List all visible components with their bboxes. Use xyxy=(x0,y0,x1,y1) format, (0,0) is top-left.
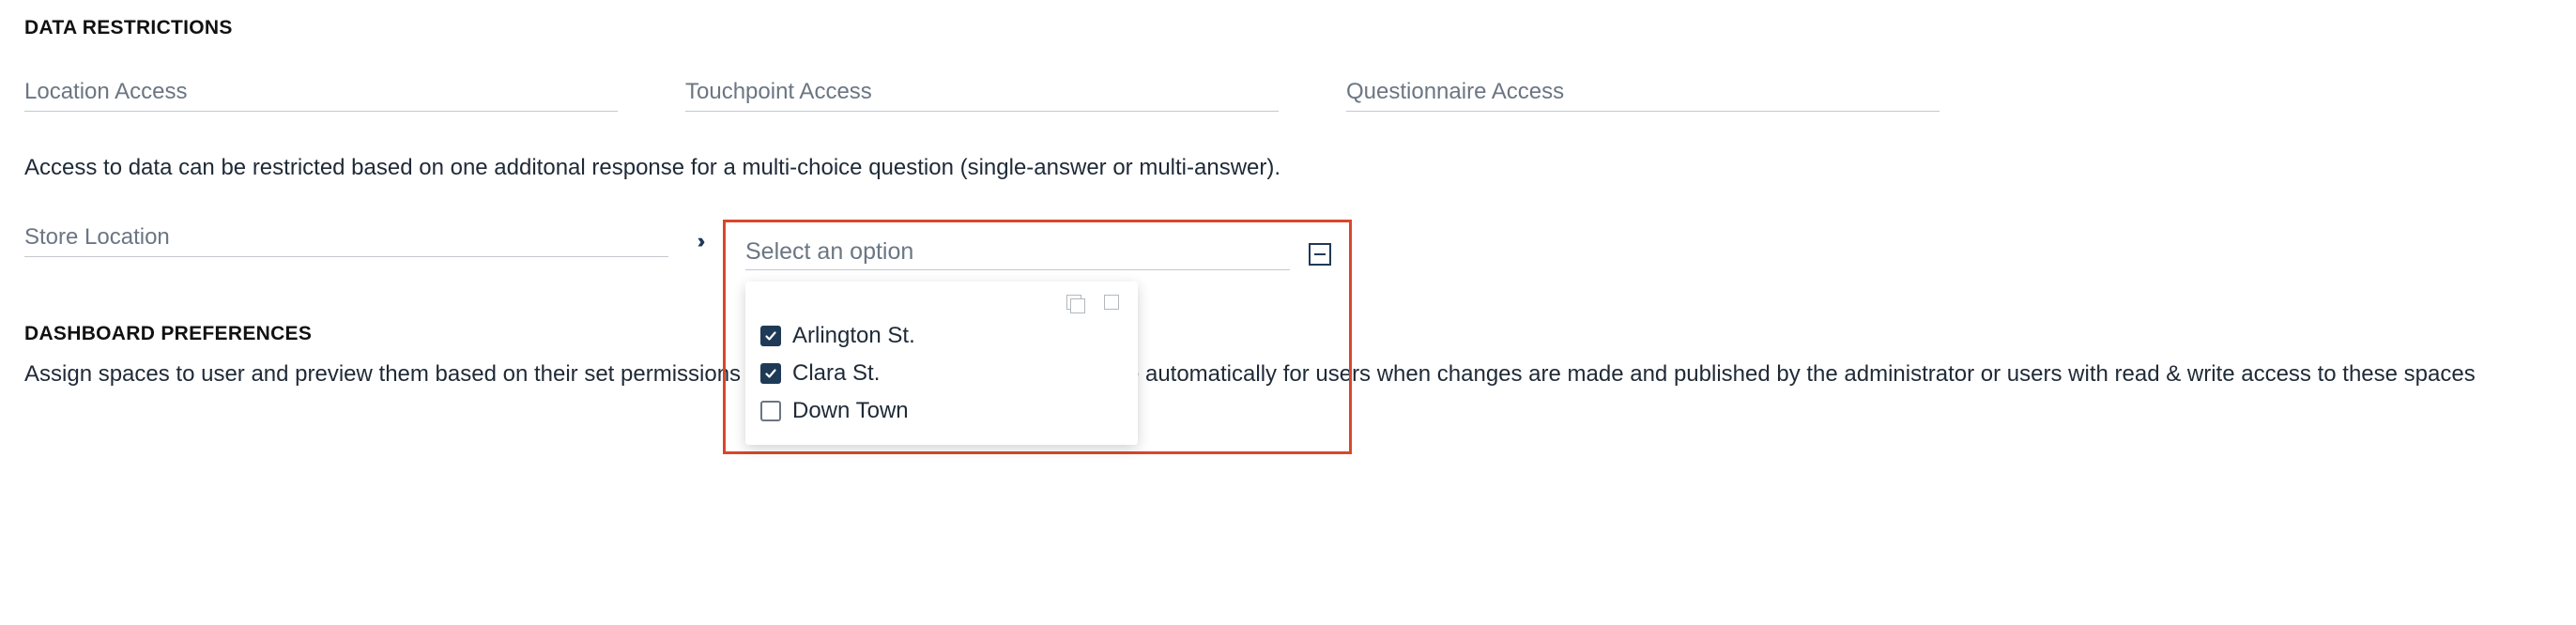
dashboard-preferences-description: Assign spaces to user and preview them b… xyxy=(24,358,2550,391)
option-label: Clara St. xyxy=(792,360,880,387)
restriction-select-area: Select an option xyxy=(745,238,1331,270)
touchpoint-access-field[interactable]: Touchpoint Access xyxy=(685,79,1279,112)
dropdown-toolbar xyxy=(759,291,1125,317)
option-label: Arlington St. xyxy=(792,323,915,349)
select-all-icon[interactable] xyxy=(1066,295,1081,310)
indeterminate-checkbox-icon[interactable] xyxy=(1309,243,1331,266)
option-row[interactable]: Clara St. xyxy=(759,355,1125,392)
restriction-select-input[interactable]: Select an option xyxy=(745,238,1290,270)
select-none-icon[interactable] xyxy=(1104,295,1119,310)
restriction-question-field[interactable]: Store Location xyxy=(24,224,668,257)
page-root: DATA RESTRICTIONS Location Access Touchp… xyxy=(0,0,2576,625)
arrow-right-icon: ›› xyxy=(689,229,708,253)
checkbox-unchecked-icon[interactable] xyxy=(760,401,781,421)
section-header-dashboard-preferences: DASHBOARD PREFERENCES xyxy=(24,323,2552,345)
option-row[interactable]: Arlington St. xyxy=(759,317,1125,355)
checkbox-checked-icon[interactable] xyxy=(760,326,781,346)
restriction-select-line: Select an option xyxy=(745,238,1331,270)
option-row[interactable]: Down Town xyxy=(759,392,1125,430)
section-header-data-restrictions: DATA RESTRICTIONS xyxy=(24,17,2552,39)
checkbox-checked-icon[interactable] xyxy=(760,363,781,384)
option-label: Down Town xyxy=(792,398,909,424)
data-restrictions-help-text: Access to data can be restricted based o… xyxy=(24,155,1489,181)
data-restrictions-fields-row: Location Access Touchpoint Access Questi… xyxy=(24,79,2552,112)
questionnaire-access-field[interactable]: Questionnaire Access xyxy=(1346,79,1940,112)
location-access-field[interactable]: Location Access xyxy=(24,79,618,112)
options-dropdown: Arlington St. Clara St. Down Town xyxy=(745,282,1138,445)
